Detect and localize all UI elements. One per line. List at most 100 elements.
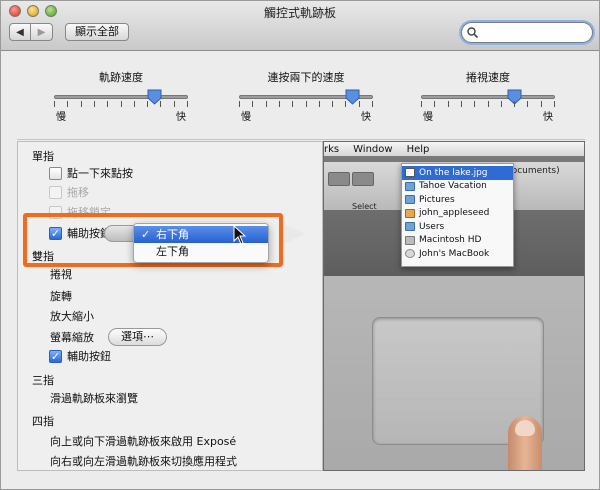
slider-tick bbox=[147, 101, 148, 107]
horizontal-swipe-option: 向右或向左滑過軌跡板來切換應用程式 bbox=[50, 453, 237, 469]
slider-track[interactable] bbox=[239, 89, 373, 105]
slider-tick bbox=[501, 101, 502, 107]
slider-tick bbox=[359, 101, 360, 107]
slider-tick bbox=[252, 101, 253, 107]
option-label: 向上或向下滑過軌跡板來啟用 Exposé bbox=[50, 435, 237, 448]
menu-item-bottom-left[interactable]: 左下角 bbox=[134, 243, 268, 260]
computer-icon bbox=[405, 249, 415, 259]
back-button[interactable]: ◀ bbox=[9, 23, 31, 41]
title-bar: 觸控式軌跡板 ◀ ▶ 顯示全部 bbox=[1, 1, 599, 51]
slider-tick bbox=[554, 101, 555, 107]
slider-tick bbox=[306, 101, 307, 107]
option-label: 點一下來點按 bbox=[67, 167, 133, 180]
file-icon bbox=[405, 168, 415, 178]
slider-tick bbox=[372, 101, 373, 107]
tap-to-click-option[interactable]: 點一下來點按 bbox=[49, 165, 133, 181]
stack-item: Users bbox=[402, 220, 513, 234]
slider-tick bbox=[421, 101, 422, 107]
slider-ticks bbox=[239, 101, 373, 107]
hard-drive-icon bbox=[405, 235, 415, 245]
slider-tick bbox=[292, 101, 293, 107]
window-title: 觸控式軌跡板 bbox=[263, 6, 336, 20]
option-label: 旋轉 bbox=[50, 290, 72, 303]
search-input[interactable] bbox=[481, 26, 581, 39]
slider-tick bbox=[160, 101, 161, 107]
dragging-option[interactable]: 拖移 bbox=[49, 184, 89, 200]
slider-tick bbox=[448, 101, 449, 107]
highlight-arrow bbox=[283, 224, 305, 244]
stack-item: Pictures bbox=[402, 193, 513, 207]
stack-item: Macintosh HD bbox=[402, 234, 513, 248]
two-finger-secondary-click-option[interactable]: ✓ 輔助按鈕 bbox=[49, 348, 111, 364]
option-label: 捲視 bbox=[50, 268, 72, 281]
slider-tick bbox=[279, 101, 280, 107]
stack-item: john_appleseed bbox=[402, 207, 513, 221]
checkmark-icon: ✓ bbox=[141, 228, 151, 241]
slider-tick bbox=[319, 101, 320, 107]
preview-menubar: rks Window Help bbox=[324, 142, 584, 156]
folder-icon bbox=[405, 181, 415, 191]
slider-min-label: 慢 bbox=[423, 112, 433, 123]
slider-tick bbox=[266, 101, 267, 107]
four-fingers-header: 四指 bbox=[32, 415, 54, 428]
preview-menu: Help bbox=[406, 143, 430, 155]
slider-tick bbox=[332, 101, 333, 107]
finger-illustration bbox=[508, 416, 542, 470]
preview-toolbar-icon bbox=[352, 172, 374, 186]
option-label: 滑過軌跡板來瀏覽 bbox=[50, 392, 138, 405]
stack-item: On the lake.jpg bbox=[402, 166, 513, 180]
two-finger-secondary-click-checkbox[interactable]: ✓ bbox=[49, 349, 62, 363]
slider-tick bbox=[239, 101, 240, 107]
slider-tick bbox=[94, 101, 95, 107]
slider-title: 軌跡速度 bbox=[99, 71, 143, 84]
slider-min-label: 慢 bbox=[241, 112, 251, 123]
slider-max-label: 快 bbox=[361, 112, 371, 123]
preview-stack-menu: On the lake.jpg Tahoe Vacation Pictures … bbox=[401, 163, 514, 267]
three-finger-swipe-option: 滑過軌跡板來瀏覽 bbox=[50, 390, 138, 406]
dragging-checkbox[interactable] bbox=[49, 185, 62, 199]
slider-tick bbox=[174, 101, 175, 107]
slider-tick bbox=[514, 101, 515, 107]
slider-track[interactable] bbox=[54, 89, 188, 105]
slider-tick bbox=[527, 101, 528, 107]
option-label: 拖移 bbox=[67, 186, 89, 199]
one-finger-header: 單指 bbox=[32, 150, 54, 163]
preview-crumb: documents) bbox=[506, 166, 560, 176]
preview-toolbar-icon bbox=[328, 172, 350, 186]
double-click-speed-slider: 連按兩下的速度 慢 快 bbox=[239, 69, 373, 123]
screen-zoom-option: 螢幕縮放 選項⋯ bbox=[50, 328, 167, 346]
slider-tick bbox=[81, 101, 82, 107]
slider-tick bbox=[434, 101, 435, 107]
slider-max-label: 快 bbox=[176, 112, 186, 123]
preview-menu: rks bbox=[324, 143, 340, 155]
stack-item: John's MacBook bbox=[402, 247, 513, 261]
forward-button[interactable]: ▶ bbox=[31, 23, 53, 41]
stack-item: Tahoe Vacation bbox=[402, 180, 513, 194]
preview-toolbar-label: Select bbox=[352, 202, 377, 211]
slider-tick bbox=[107, 101, 108, 107]
three-fingers-header: 三指 bbox=[32, 374, 54, 387]
navigation-buttons: ◀ ▶ bbox=[9, 23, 53, 41]
slider-tick bbox=[54, 101, 55, 107]
show-all-button[interactable]: 顯示全部 bbox=[65, 23, 129, 41]
slider-min-label: 慢 bbox=[56, 112, 66, 123]
slider-tick bbox=[488, 101, 489, 107]
preferences-window: 觸控式軌跡板 ◀ ▶ 顯示全部 軌跡速度 慢 快 連按兩下的速度 慢 快 捲視速… bbox=[0, 0, 600, 490]
menu-item-bottom-right[interactable]: ✓ 右下角 bbox=[134, 226, 268, 243]
slider-ticks bbox=[421, 101, 555, 107]
gesture-preview: rks Window Help Select documents) On the… bbox=[323, 141, 585, 471]
slider-title: 連按兩下的速度 bbox=[267, 71, 345, 84]
slider-tick bbox=[67, 101, 68, 107]
tap-to-click-checkbox[interactable] bbox=[49, 166, 62, 180]
cursor-icon bbox=[233, 225, 247, 245]
home-icon bbox=[405, 208, 415, 218]
options-button[interactable]: 選項⋯ bbox=[108, 328, 167, 346]
slider-tick bbox=[345, 101, 346, 107]
slider-ticks bbox=[54, 101, 188, 107]
slider-track[interactable] bbox=[421, 89, 555, 105]
search-field[interactable] bbox=[461, 22, 593, 43]
rotate-option: 旋轉 bbox=[50, 288, 72, 304]
slider-tick bbox=[474, 101, 475, 107]
fingernail bbox=[515, 420, 535, 436]
option-label: 螢幕縮放 bbox=[50, 331, 94, 344]
